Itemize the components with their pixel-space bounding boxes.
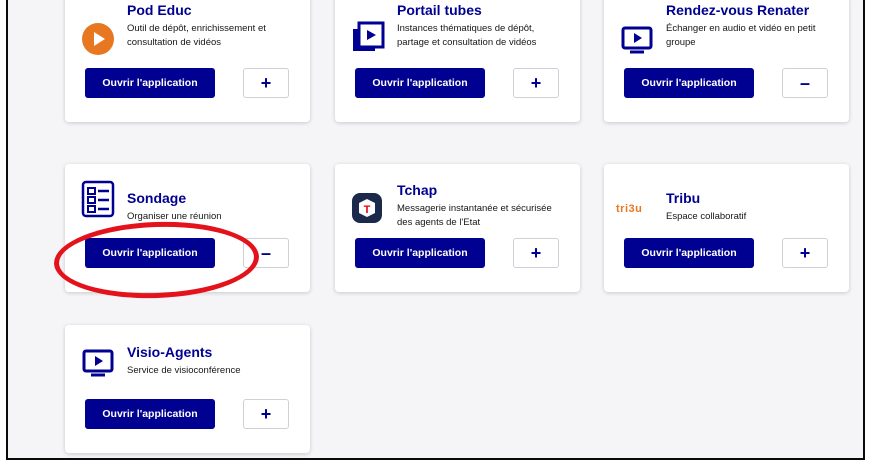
- video-play-icon: [351, 20, 385, 54]
- tribu-logo-text: tri3u: [616, 203, 643, 215]
- app-description: Outil de dépôt, enrichissement et consul…: [127, 23, 266, 48]
- app-description: Espace collaboratif: [666, 211, 747, 222]
- open-app-button[interactable]: Ouvrir l'application: [624, 68, 754, 98]
- app-title: Tribu: [666, 190, 701, 206]
- app-description: Échanger en audio et vidéo en petit grou…: [666, 23, 816, 48]
- app-card-pod-educ: Pod Educ Outil de dépôt, enrichissement …: [65, 0, 310, 122]
- add-app-button[interactable]: +: [243, 68, 289, 98]
- app-description: Service de visioconférence: [127, 365, 241, 376]
- screen-play-icon: [620, 22, 654, 56]
- app-card-tchap: T Tchap Messagerie instantanée et sécuri…: [335, 164, 580, 292]
- app-description: Instances thématiques de dépôt, partage …: [397, 23, 537, 48]
- remove-app-button[interactable]: –: [782, 68, 828, 98]
- open-app-button[interactable]: Ouvrir l'application: [624, 238, 754, 268]
- app-title: Tchap: [397, 182, 438, 198]
- add-app-button[interactable]: +: [243, 399, 289, 429]
- app-card-tribu: tri3u Tribu Espace collaboratif Ouvrir l…: [604, 164, 849, 292]
- app-title: Pod Educ: [127, 2, 192, 18]
- tchap-logo-icon: T: [351, 192, 385, 226]
- open-app-button[interactable]: Ouvrir l'application: [355, 238, 485, 268]
- app-title: Rendez-vous Renater: [666, 2, 810, 18]
- app-card-portail-tubes: Portail tubes Instances thématiques de d…: [335, 0, 580, 122]
- add-app-button[interactable]: +: [513, 238, 559, 268]
- app-catalog: Pod Educ Outil de dépôt, enrichissement …: [6, 0, 865, 460]
- app-card-visio-agents: Visio-Agents Service de visioconférence …: [65, 325, 310, 453]
- open-app-button[interactable]: Ouvrir l'application: [355, 68, 485, 98]
- app-title: Sondage: [127, 190, 187, 206]
- add-app-button[interactable]: +: [513, 68, 559, 98]
- open-app-button[interactable]: Ouvrir l'application: [85, 399, 215, 429]
- app-card-rendez-vous-renater: Rendez-vous Renater Échanger en audio et…: [604, 0, 849, 122]
- svg-text:T: T: [364, 204, 371, 216]
- screen-play-icon: [81, 345, 115, 379]
- add-app-button[interactable]: +: [782, 238, 828, 268]
- pod-play-icon: [81, 22, 115, 56]
- checklist-icon: [81, 180, 115, 218]
- tribu-logo-icon: tri3u: [616, 192, 660, 226]
- open-app-button[interactable]: Ouvrir l'application: [85, 68, 215, 98]
- app-title: Portail tubes: [397, 2, 482, 18]
- app-title: Visio-Agents: [127, 344, 213, 360]
- app-description: Messagerie instantanée et sécurisée des …: [397, 203, 552, 228]
